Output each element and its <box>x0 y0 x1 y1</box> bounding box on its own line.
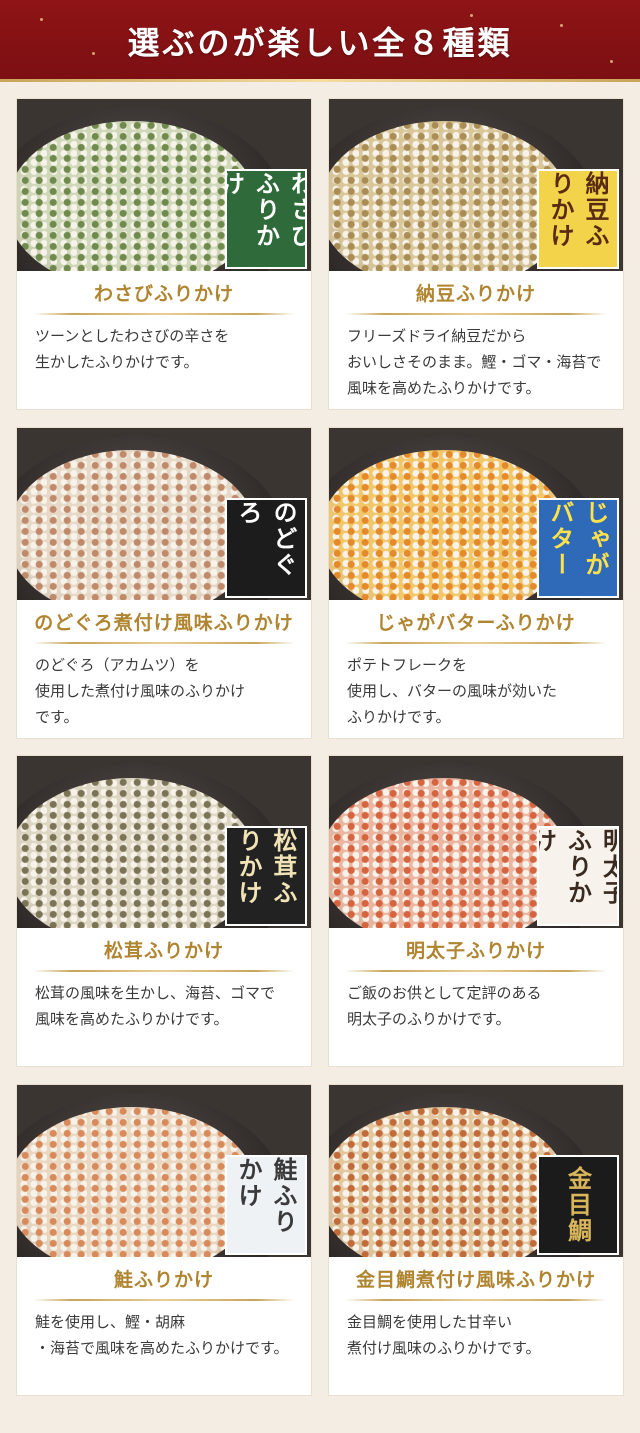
gold-divider <box>33 642 295 644</box>
product-name: じゃがバターふりかけ <box>376 612 576 634</box>
product-name: 鮭ふりかけ <box>113 1269 214 1291</box>
product-card: じゃがバターじゃがバターふりかけポテトフレークを 使用し、バターの風味が効いた … <box>329 428 623 738</box>
package-image: のどぐろ <box>225 498 307 598</box>
product-card: 金目鯛金目鯛煮付け風味ふりかけ金目鯛を使用した甘辛い 煮付け風味のふりかけです。 <box>329 1085 623 1395</box>
product-card: 鮭ふりかけ 鮭ふりかけ 鮭を使用し、鰹・胡麻 ・海苔で風味を高めたふりかけです。 <box>17 1085 311 1395</box>
package-label: 納豆ふりかけ <box>546 171 610 249</box>
package-image: 明太子ふりかけ <box>537 826 619 926</box>
package-label: 鮭ふりかけ <box>234 1157 298 1235</box>
package-label: のどぐろ <box>234 500 298 578</box>
product-photo: 松茸ふりかけ <box>17 756 311 928</box>
product-card: 明太子ふりかけ 明太子ふりかけ ご飯のお供として定評のある 明太子のふりかけです。 <box>329 756 623 1066</box>
product-description: フリーズドライ納豆だから おいしさそのまま。鰹・ゴマ・海苔で 風味を高めたふりか… <box>347 327 602 397</box>
product-name: 納豆ふりかけ <box>415 283 536 305</box>
gold-divider <box>33 970 295 972</box>
gold-divider <box>345 970 607 972</box>
product-card: 松茸ふりかけ 松茸ふりかけ 松茸の風味を生かし、海苔、ゴマで 風味を高めたふりかけで… <box>17 756 311 1066</box>
gold-divider <box>345 313 607 315</box>
package-label: 金目鯛 <box>563 1166 593 1244</box>
product-name: 松茸ふりかけ <box>103 940 224 962</box>
gold-divider <box>33 1299 295 1301</box>
product-photo: 明太子ふりかけ <box>329 756 623 928</box>
product-photo: 鮭ふりかけ <box>17 1085 311 1257</box>
product-description: 金目鯛を使用した甘辛い 煮付け風味のふりかけです。 <box>347 1313 541 1357</box>
gold-divider <box>33 313 295 315</box>
package-image: 鮭ふりかけ <box>225 1155 307 1255</box>
product-name: 明太子ふりかけ <box>405 940 546 962</box>
product-photo: 金目鯛 <box>329 1085 623 1257</box>
package-image: わさびふりかけ <box>225 169 307 269</box>
product-description: ポテトフレークを 使用し、バターの風味が効いた ふりかけです。 <box>347 656 558 726</box>
product-card: のどぐろのどぐろ煮付け風味ふりかけのどぐろ（アカムツ）を 使用した煮付け風味のふ… <box>17 428 311 738</box>
product-photo: 納豆ふりかけ <box>329 99 623 271</box>
product-card: わさびふりかけ わさびふりかけ ツーンとしたわさびの辛さを 生かしたふりかけです。 <box>17 99 311 409</box>
package-image: じゃがバター <box>537 498 619 598</box>
package-image: 納豆ふりかけ <box>537 169 619 269</box>
product-description: 鮭を使用し、鰹・胡麻 ・海苔で風味を高めたふりかけです。 <box>35 1313 289 1357</box>
product-description: ご飯のお供として定評のある 明太子のふりかけです。 <box>347 984 542 1028</box>
product-photo: わさびふりかけ <box>17 99 311 271</box>
package-label: 明太子ふりかけ <box>537 828 619 906</box>
product-name: わさびふりかけ <box>93 283 234 305</box>
product-description: のどぐろ（アカムツ）を 使用した煮付け風味のふりかけ です。 <box>35 656 246 726</box>
package-label: じゃがバター <box>546 500 610 578</box>
gold-divider <box>345 1299 607 1301</box>
header-divider <box>0 79 640 82</box>
package-image: 松茸ふりかけ <box>225 826 307 926</box>
product-photo: のどぐろ <box>17 428 311 600</box>
product-photo: じゃがバター <box>329 428 623 600</box>
package-label: わさびふりかけ <box>225 171 307 249</box>
product-description: 松茸の風味を生かし、海苔、ゴマで 風味を高めたふりかけです。 <box>35 984 276 1028</box>
package-image: 金目鯛 <box>537 1155 619 1255</box>
product-card: 納豆ふりかけ 納豆ふりかけ フリーズドライ納豆だから おいしさそのまま。鰹・ゴマ・海… <box>329 99 623 409</box>
package-label: 松茸ふりかけ <box>234 828 298 906</box>
product-description: ツーンとしたわさびの辛さを 生かしたふりかけです。 <box>35 327 230 371</box>
product-name: 金目鯛煮付け風味ふりかけ <box>355 1269 596 1291</box>
page-title: 選ぶのが楽しい全８種類 <box>127 24 513 62</box>
page-header: 選ぶのが楽しい全８種類 <box>0 0 640 82</box>
gold-divider <box>345 642 607 644</box>
product-name: のどぐろ煮付け風味ふりかけ <box>34 612 294 634</box>
